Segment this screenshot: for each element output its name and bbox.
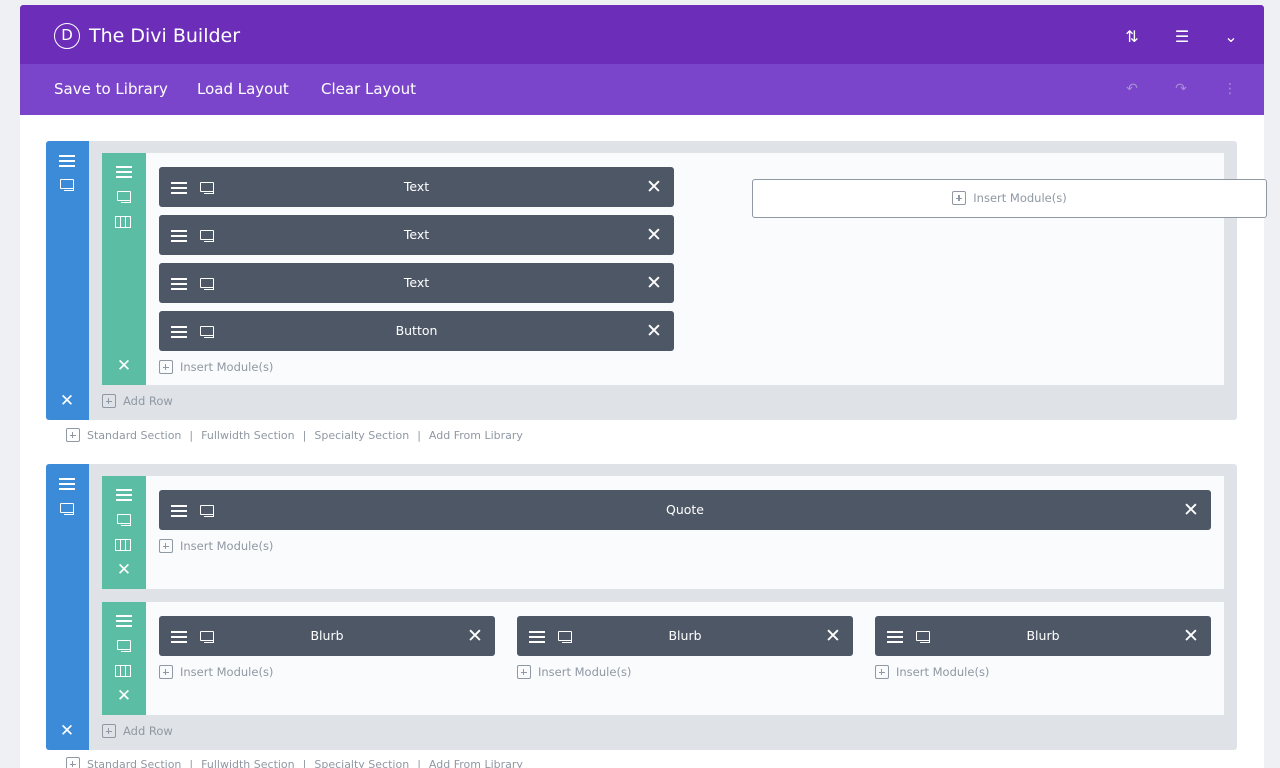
row-columns-icon[interactable] [115,216,131,228]
module-label: Text [403,275,430,290]
row-columns-icon[interactable] [115,665,131,677]
section-2: ✕ ✕ Quote ✕ Insert Module(s) ✕ Blurb ✕ B… [46,464,1237,750]
row-controls: ✕ [102,476,146,589]
module-text[interactable]: Text ✕ [159,167,674,207]
builder-title: The Divi Builder [89,25,241,47]
save-to-library-button[interactable]: Save to Library [54,79,168,99]
load-layout-button[interactable]: Load Layout [197,79,289,99]
add-row-button[interactable]: Add Row [102,393,173,409]
history-icon[interactable]: ⋮ [1221,80,1239,98]
row-duplicate-icon[interactable] [115,511,133,527]
section-2-row-1: ✕ Quote ✕ Insert Module(s) [102,476,1224,589]
undo-icon[interactable]: ↶ [1123,80,1141,98]
module-quote[interactable]: Quote ✕ [159,490,1211,530]
module-delete-icon[interactable]: ✕ [646,274,662,293]
plus-icon [952,191,967,205]
module-label: Button [395,323,438,338]
plus-icon [875,665,889,679]
row-menu-icon[interactable] [115,612,133,628]
plus-icon [102,724,116,738]
standard-section-link[interactable]: Standard Section [87,758,181,768]
row-controls: ✕ [102,602,146,715]
divi-logo-icon: D [54,23,80,49]
plus-icon [66,757,80,768]
module-delete-icon[interactable]: ✕ [467,627,483,646]
insert-module-button[interactable]: Insert Module(s) [753,190,1266,206]
section-delete-icon[interactable]: ✕ [58,723,76,740]
section-duplicate-icon[interactable] [58,500,76,516]
specialty-section-link[interactable]: Specialty Section [314,429,409,442]
plus-icon [159,665,173,679]
insert-module-button[interactable]: Insert Module(s) [517,664,631,680]
module-blurb[interactable]: Blurb ✕ [875,616,1211,656]
module-button[interactable]: Button ✕ [159,311,674,351]
section-menu-icon[interactable] [58,475,76,491]
module-label: Text [403,179,430,194]
module-text[interactable]: Text ✕ [159,263,674,303]
module-label: Quote [665,502,704,517]
builder-header: D The Divi Builder ⇅ ☰ ⌄ [20,5,1264,64]
module-label: Blurb [310,628,344,643]
section-2-row-2: ✕ Blurb ✕ Blurb ✕ Blurb ✕ Insert Module(… [102,602,1224,715]
insert-module-button[interactable]: Insert Module(s) [159,359,273,375]
section-menu-icon[interactable] [58,152,76,168]
standard-section-link[interactable]: Standard Section [87,429,181,442]
section-1-row-1: ✕ Text ✕ Text ✕ Text ✕ Button ✕ Insert M… [102,153,1267,385]
insert-module-button[interactable]: Insert Module(s) [159,538,273,554]
section-delete-icon[interactable]: ✕ [58,393,76,410]
insert-module-box[interactable]: Insert Module(s) [752,179,1267,218]
row-delete-icon[interactable]: ✕ [115,562,133,579]
section-2-controls: ✕ [46,464,89,750]
section-links: Standard Section | Fullwidth Section | Speci… [66,757,523,768]
section-1-controls: ✕ [46,141,89,420]
sort-arrows-icon[interactable]: ⇅ [1121,25,1143,47]
builder-toolbar: Save to Library Load Layout Clear Layout… [20,64,1264,115]
insert-module-button[interactable]: Insert Module(s) [875,664,989,680]
divi-builder: D The Divi Builder ⇅ ☰ ⌄ Save to Library… [20,5,1267,768]
module-label: Blurb [668,628,702,643]
specialty-section-link[interactable]: Specialty Section [314,758,409,768]
plus-icon [517,665,531,679]
row-menu-icon[interactable] [115,486,133,502]
row-duplicate-icon[interactable] [115,637,133,653]
module-blurb[interactable]: Blurb ✕ [159,616,495,656]
module-delete-icon[interactable]: ✕ [646,178,662,197]
fullwidth-section-link[interactable]: Fullwidth Section [201,758,295,768]
module-delete-icon[interactable]: ✕ [1183,627,1199,646]
section-duplicate-icon[interactable] [58,176,76,192]
row-controls: ✕ [102,153,146,385]
row-delete-icon[interactable]: ✕ [115,358,133,375]
module-delete-icon[interactable]: ✕ [825,627,841,646]
fullwidth-section-link[interactable]: Fullwidth Section [201,429,295,442]
clear-layout-button[interactable]: Clear Layout [321,79,416,99]
insert-module-button[interactable]: Insert Module(s) [159,664,273,680]
module-text[interactable]: Text ✕ [159,215,674,255]
section-1: ✕ ✕ Text ✕ Text ✕ Text ✕ Button ✕ Insert… [46,141,1267,420]
module-blurb[interactable]: Blurb ✕ [517,616,853,656]
chevron-down-icon[interactable]: ⌄ [1220,25,1242,47]
module-delete-icon[interactable]: ✕ [1183,501,1199,520]
module-label: Blurb [1026,628,1060,643]
add-from-library-link[interactable]: Add From Library [429,429,523,442]
add-row-button[interactable]: Add Row [102,723,173,739]
module-label: Text [403,227,430,242]
row-menu-icon[interactable] [115,163,133,179]
plus-icon [159,360,173,374]
redo-icon[interactable]: ↷ [1172,80,1190,98]
row-duplicate-icon[interactable] [115,188,133,204]
module-delete-icon[interactable]: ✕ [646,322,662,341]
module-delete-icon[interactable]: ✕ [646,226,662,245]
section-links: Standard Section | Fullwidth Section | Speci… [66,428,523,444]
plus-icon [66,428,80,442]
plus-icon [102,394,116,408]
add-from-library-link[interactable]: Add From Library [429,758,523,768]
row-columns-icon[interactable] [115,539,131,551]
plus-icon [159,539,173,553]
menu-icon[interactable]: ☰ [1171,25,1193,47]
row-delete-icon[interactable]: ✕ [115,688,133,705]
